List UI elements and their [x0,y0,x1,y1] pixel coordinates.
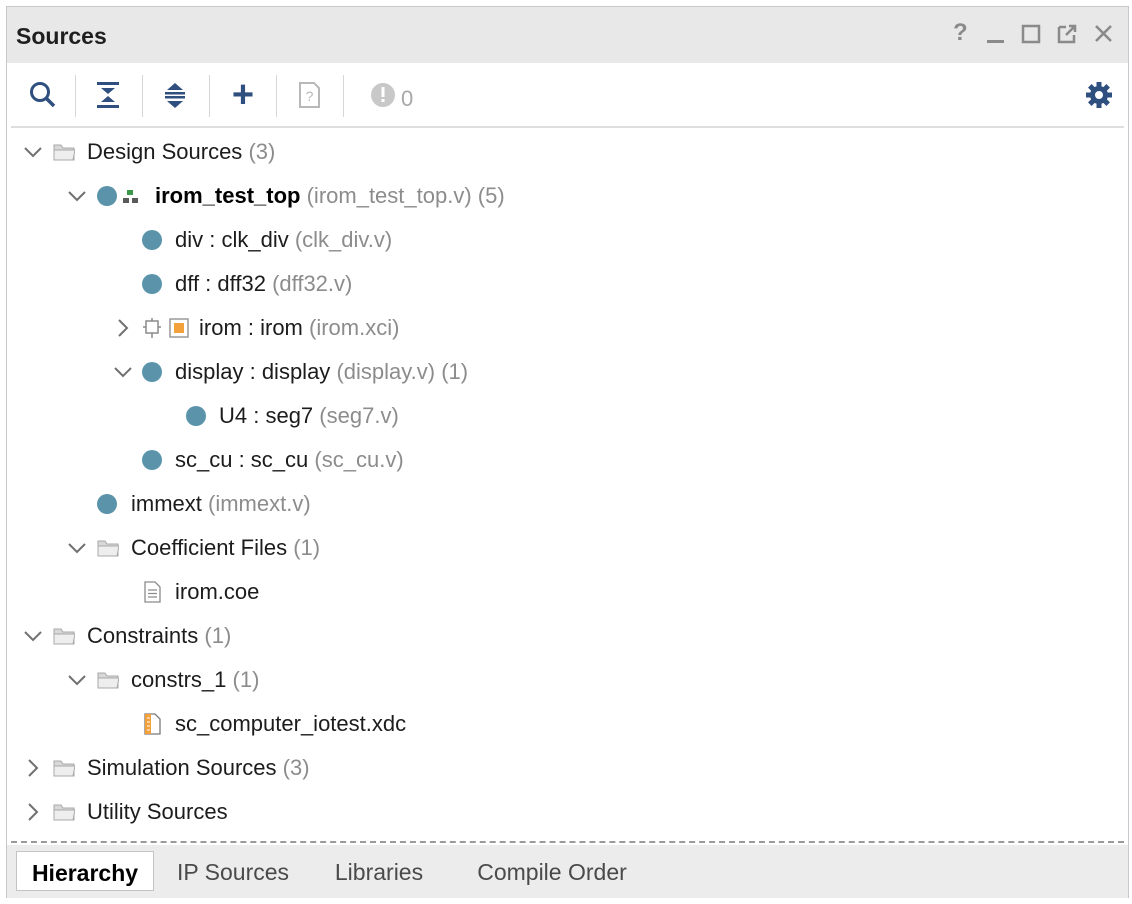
tree-item-design-sources[interactable]: Design Sources (3) [7,130,1128,174]
documentation-icon[interactable]: ? [287,73,331,117]
status-count: 0 [401,86,414,111]
chevron-down-icon[interactable] [21,624,45,648]
tree-item-xdc[interactable]: sc_computer_iotest.xdc [7,702,1128,746]
chevron-down-icon[interactable] [65,184,89,208]
module-icon [186,406,206,426]
toolbar-separator [142,75,143,117]
toolbar-separator [75,75,76,117]
folder-icon [97,540,119,557]
ip-core-icon [143,318,161,338]
toolbar-separator [343,75,344,117]
tree-item-coefficient-files[interactable]: Coefficient Files (1) [7,526,1128,570]
svg-text:?: ? [306,88,314,104]
tree-item-label: irom.coe [175,579,260,604]
chevron-right-icon[interactable] [111,316,135,340]
tree-item-label: constrs_1 (1) [131,667,260,692]
folder-icon [97,672,119,689]
chevron-down-icon[interactable] [65,536,89,560]
status-icon[interactable] [361,73,405,117]
settings-icon[interactable] [1077,73,1121,117]
tree-item-irom-test-top[interactable]: irom_test_top (irom_test_top.v) (5) [7,174,1128,218]
tree-item-label: U4 : seg7 (seg7.v) [219,403,399,428]
maximize-icon[interactable] [1019,21,1045,47]
add-sources-icon[interactable]: + [221,73,265,117]
panel-title: Sources [16,23,107,49]
chevron-right-icon[interactable] [21,800,45,824]
tree-item-label: immext (immext.v) [131,491,311,516]
tree-item-label: irom_test_top (irom_test_top.v) (5) [155,183,505,208]
tree-item-label: irom : irom (irom.xci) [199,315,400,340]
tab-bar: Hierarchy IP Sources Libraries Compile O… [7,845,1128,898]
module-icon [97,186,117,206]
module-icon [142,230,162,250]
module-icon [142,362,162,382]
chevron-right-icon[interactable] [21,756,45,780]
tree-item-label: display : display (display.v) (1) [175,359,469,384]
collapse-all-icon[interactable] [86,73,130,117]
toolbar-separator [276,75,277,117]
tree-item-display[interactable]: display : display (display.v) (1) [7,350,1128,394]
help-icon[interactable]: ? [948,19,974,47]
tree-item-div[interactable]: div : clk_div (clk_div.v) [7,218,1128,262]
expand-all-icon[interactable] [153,73,197,117]
tree-item-constrs-1[interactable]: constrs_1 (1) [7,658,1128,702]
tree-item-label: sc_cu : sc_cu (sc_cu.v) [175,447,404,472]
tree-item-label: Constraints (1) [87,623,232,648]
tree-item-label: Simulation Sources (3) [87,755,310,780]
tree-item-label: sc_computer_iotest.xdc [175,711,407,736]
chevron-down-icon[interactable] [65,668,89,692]
tree-item-sc-cu[interactable]: sc_cu : sc_cu (sc_cu.v) [7,438,1128,482]
folder-icon [53,804,75,821]
tree-item-label: Utility Sources [87,799,228,824]
tab-ip-sources[interactable]: IP Sources [167,851,299,891]
tab-libraries[interactable]: Libraries [323,851,435,891]
float-icon[interactable] [1055,21,1081,47]
module-icon [97,494,117,514]
minimize-icon[interactable] [983,21,1009,47]
chevron-down-icon[interactable] [21,140,45,164]
sources-tree: Design Sources (3) irom_test_top (irom_t… [7,128,1128,840]
sources-panel: Sources ? + ? 0 Design Sources (3) irom_… [6,6,1129,898]
folder-icon [53,628,75,645]
tree-item-utility-sources[interactable]: Utility Sources [7,790,1128,834]
tab-divider [11,841,1124,843]
tree-item-label: Design Sources (3) [87,139,276,164]
tree-item-label: dff : dff32 (dff32.v) [175,271,353,296]
folder-icon [53,760,75,777]
module-icon [142,274,162,294]
text-file-icon [144,581,161,603]
tree-item-label: Coefficient Files (1) [131,535,321,560]
tree-item-irom-coe[interactable]: irom.coe [7,570,1128,614]
toolbar-separator [209,75,210,117]
constraints-file-icon [144,713,161,735]
folder-icon [53,144,75,161]
tree-item-simulation-sources[interactable]: Simulation Sources (3) [7,746,1128,790]
tree-item-immext[interactable]: immext (immext.v) [7,482,1128,526]
title-bar: Sources ? [7,7,1128,63]
top-module-icon [123,190,138,203]
tree-item-dff[interactable]: dff : dff32 (dff32.v) [7,262,1128,306]
tree-item-label: div : clk_div (clk_div.v) [175,227,393,252]
tab-hierarchy[interactable]: Hierarchy [16,851,154,891]
module-icon [142,450,162,470]
tab-compile-order[interactable]: Compile Order [462,851,642,891]
tree-item-u4[interactable]: U4 : seg7 (seg7.v) [7,394,1128,438]
toolbar: + ? 0 [11,63,1124,127]
close-icon[interactable] [1091,21,1117,47]
tree-item-constraints[interactable]: Constraints (1) [7,614,1128,658]
tree-item-irom[interactable]: irom : irom (irom.xci) [7,306,1128,350]
chevron-down-icon[interactable] [111,360,135,384]
search-icon[interactable] [21,73,65,117]
ip-block-icon [169,318,189,338]
